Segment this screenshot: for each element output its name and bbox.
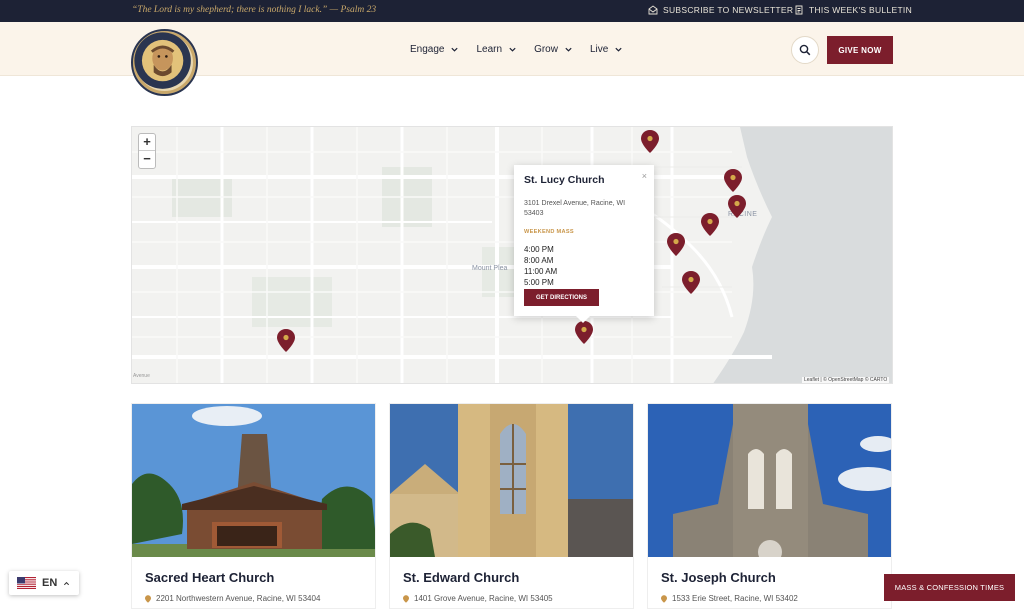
bulletin-link[interactable]: THIS WEEK'S BULLETIN — [794, 5, 912, 15]
sacred-heart-photo — [132, 404, 375, 557]
map-popup: St. Lucy Church × 3101 Drexel Avenue, Ra… — [514, 165, 654, 323]
top-bar: “The Lord is my shepherd; there is nothi… — [0, 0, 1024, 22]
nav-learn-label: Learn — [476, 44, 503, 55]
bulletin-label: THIS WEEK'S BULLETIN — [809, 5, 913, 15]
popup-address: 3101 Drexel Avenue, Racine, WI 53403 — [524, 200, 626, 217]
map-marker[interactable] — [276, 328, 296, 353]
location-pin-icon — [661, 594, 667, 603]
church-name: St. Joseph Church — [661, 570, 776, 585]
church-photo — [132, 404, 375, 557]
mass-confession-times-button[interactable]: MASS & CONFESSION TIMES — [884, 574, 1015, 601]
give-now-button[interactable]: GIVE NOW — [827, 36, 893, 64]
nav-live[interactable]: Live — [590, 44, 623, 55]
location-pin-icon — [403, 594, 409, 603]
chevron-down-icon — [615, 47, 622, 52]
map-marker[interactable] — [640, 129, 660, 154]
church-address: 2201 Northwestern Avenue, Racine, WI 534… — [145, 594, 320, 603]
nav-engage-label: Engage — [410, 44, 445, 55]
chevron-down-icon — [451, 47, 459, 52]
map-zoom-control: + − — [138, 133, 156, 169]
chevron-down-icon — [565, 47, 572, 52]
nav-live-label: Live — [589, 44, 609, 55]
search-icon — [799, 44, 811, 56]
language-switcher[interactable]: EN — [9, 571, 79, 595]
envelope-icon — [648, 5, 658, 15]
map-marker[interactable] — [727, 194, 747, 219]
chevron-up-icon — [64, 581, 70, 585]
st-edward-photo — [390, 404, 633, 557]
church-photo — [648, 404, 891, 557]
map-marker[interactable] — [666, 232, 686, 257]
us-flag-icon — [17, 577, 36, 589]
scripture-verse: “The Lord is my shepherd; there is nothi… — [132, 5, 377, 15]
nav-grow[interactable]: Grow — [534, 44, 573, 55]
language-code: EN — [42, 577, 58, 589]
map-marker-selected[interactable] — [574, 320, 594, 345]
parish-seal-icon — [134, 32, 191, 89]
church-name: St. Edward Church — [403, 570, 520, 585]
map-road-label: Avenue — [133, 373, 150, 379]
document-icon — [795, 5, 803, 15]
popup-mass-times: 4:00 PM 8:00 AM 11:00 AM 5:00 PM — [524, 244, 644, 288]
subscribe-newsletter-link[interactable]: SUBSCRIBE TO NEWSLETTER — [648, 5, 793, 15]
church-card[interactable]: St. Joseph Church 1533 Erie Street, Raci… — [647, 403, 892, 609]
church-map[interactable]: Mount Plea RACINE Avenue — [131, 126, 893, 384]
church-card[interactable]: Sacred Heart Church 2201 Northwestern Av… — [131, 403, 376, 609]
church-photo — [390, 404, 633, 557]
parish-logo[interactable] — [131, 29, 198, 96]
map-marker[interactable] — [723, 168, 743, 193]
church-address-text: 1401 Grove Avenue, Racine, WI 53405 — [414, 594, 553, 603]
mass-time: 11:00 AM — [524, 267, 558, 276]
popup-title: St. Lucy Church — [524, 174, 605, 186]
church-card[interactable]: St. Edward Church 1401 Grove Avenue, Rac… — [389, 403, 634, 609]
nav-learn[interactable]: Learn — [476, 44, 517, 55]
map-marker[interactable] — [700, 212, 720, 237]
zoom-out-button[interactable]: − — [139, 151, 155, 168]
church-address: 1401 Grove Avenue, Racine, WI 53405 — [403, 594, 553, 603]
location-pin-icon — [145, 594, 151, 603]
nav-grow-label: Grow — [534, 44, 558, 55]
map-marker[interactable] — [681, 270, 701, 295]
mass-time: 4:00 PM — [524, 245, 554, 254]
mass-time: 8:00 AM — [524, 256, 554, 265]
st-joseph-photo — [648, 404, 891, 557]
zoom-in-button[interactable]: + — [139, 134, 155, 151]
map-attribution[interactable]: Leaflet | © OpenStreetMap © CARTO — [802, 377, 890, 383]
popup-section-label: WEEKEND MASS — [524, 229, 574, 235]
church-name: Sacred Heart Church — [145, 570, 275, 585]
subscribe-label: SUBSCRIBE TO NEWSLETTER — [663, 5, 794, 15]
church-address: 1533 Erie Street, Racine, WI 53402 — [661, 594, 798, 603]
mass-time: 5:00 PM — [524, 278, 554, 287]
church-address-text: 2201 Northwestern Avenue, Racine, WI 534… — [156, 594, 321, 603]
nav-engage[interactable]: Engage — [410, 44, 459, 55]
main-nav: Engage Learn Grow Live — [410, 44, 623, 55]
popup-close-button[interactable]: × — [642, 171, 647, 181]
search-button[interactable] — [791, 36, 819, 64]
map-tiles — [132, 127, 892, 383]
map-place-label: Mount Plea — [472, 265, 508, 272]
church-address-text: 1533 Erie Street, Racine, WI 53402 — [672, 594, 798, 603]
get-directions-button[interactable]: GET DIRECTIONS — [524, 289, 599, 306]
chevron-down-icon — [509, 47, 516, 52]
